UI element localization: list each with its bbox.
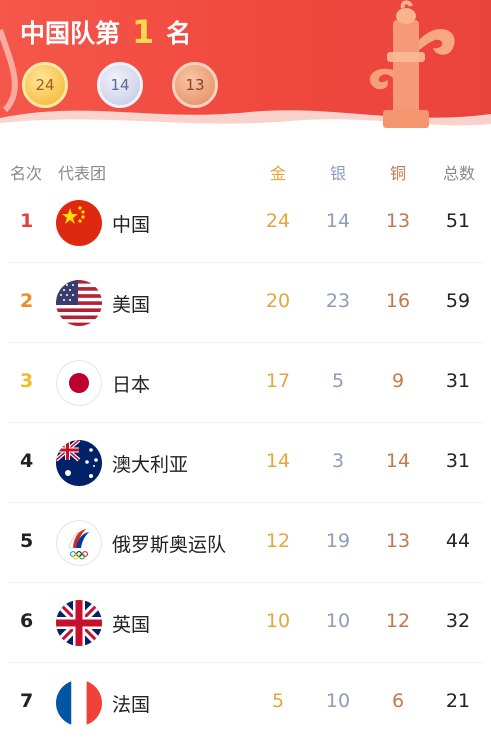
table-row[interactable]: 4 澳大利亚 14 3 14 31 bbox=[0, 423, 491, 503]
total-count: 21 bbox=[445, 690, 471, 712]
japan-flag-icon bbox=[56, 360, 102, 406]
row-rank: 6 bbox=[20, 610, 34, 632]
usa-flag-icon bbox=[56, 280, 102, 326]
silver-medal-value: 14 bbox=[110, 76, 130, 94]
team-name: 中国 bbox=[112, 214, 151, 236]
roc-emblem-icon bbox=[56, 520, 102, 566]
medal-table-header: 名次 代表团 金 银 铜 总数 bbox=[0, 160, 491, 184]
team-name: 俄罗斯奥运队 bbox=[112, 534, 227, 556]
team-name: 法国 bbox=[112, 694, 151, 716]
australia-flag-icon bbox=[56, 440, 102, 486]
table-row[interactable]: 7 法国 5 10 6 21 bbox=[0, 663, 491, 743]
header-team: 代表团 bbox=[58, 164, 107, 183]
silver-count: 3 bbox=[331, 450, 345, 472]
table-row[interactable]: 5 俄罗斯奥运队 12 19 13 44 bbox=[0, 503, 491, 583]
gold-medal-value: 24 bbox=[35, 76, 55, 94]
row-rank: 7 bbox=[20, 690, 34, 712]
team-name: 英国 bbox=[112, 614, 151, 636]
silver-count: 10 bbox=[325, 610, 351, 632]
gold-count: 10 bbox=[265, 610, 291, 632]
total-count: 44 bbox=[445, 530, 471, 552]
header-bronze: 铜 bbox=[390, 164, 407, 183]
gold-count: 5 bbox=[271, 690, 285, 712]
huabiao-pillar-icon bbox=[369, 0, 455, 128]
bronze-count: 16 bbox=[385, 290, 411, 312]
total-count: 31 bbox=[445, 450, 471, 472]
bronze-medal-count: 13 bbox=[172, 62, 218, 108]
medal-banner: 中国队第 1 名 24 14 13 bbox=[0, 0, 491, 130]
row-rank: 5 bbox=[20, 530, 34, 552]
team-name: 日本 bbox=[112, 374, 151, 396]
row-rank: 1 bbox=[20, 210, 34, 232]
table-row[interactable]: 3 日本 17 5 9 31 bbox=[0, 343, 491, 423]
gold-count: 20 bbox=[265, 290, 291, 312]
gold-count: 14 bbox=[265, 450, 291, 472]
header-silver: 银 bbox=[330, 164, 347, 183]
uk-flag-icon bbox=[56, 600, 102, 646]
bronze-count: 9 bbox=[391, 370, 405, 392]
bronze-count: 6 bbox=[391, 690, 405, 712]
team-rank-title: 中国队第 1 名 bbox=[20, 13, 191, 51]
gold-count: 24 bbox=[265, 210, 291, 232]
bronze-count: 13 bbox=[385, 530, 411, 552]
bronze-count: 14 bbox=[385, 450, 411, 472]
header-total: 总数 bbox=[443, 164, 476, 183]
table-row[interactable]: 2 美国 20 23 16 59 bbox=[0, 263, 491, 343]
gold-medal-count: 24 bbox=[22, 62, 68, 108]
header-gold: 金 bbox=[270, 164, 287, 183]
france-flag-icon bbox=[56, 680, 102, 726]
team-name: 美国 bbox=[112, 294, 151, 316]
header-rank: 名次 bbox=[10, 164, 43, 183]
silver-count: 19 bbox=[325, 530, 351, 552]
title-suffix: 名 bbox=[166, 19, 192, 48]
team-rank-number: 1 bbox=[132, 13, 155, 51]
silver-count: 5 bbox=[331, 370, 345, 392]
table-row[interactable]: 1 中国 24 14 13 51 bbox=[0, 183, 491, 263]
gold-count: 12 bbox=[265, 530, 291, 552]
row-rank: 2 bbox=[20, 290, 34, 312]
title-prefix: 中国队第 bbox=[20, 19, 121, 48]
total-count: 59 bbox=[445, 290, 471, 312]
gold-count: 17 bbox=[265, 370, 291, 392]
silver-medal-count: 14 bbox=[97, 62, 143, 108]
table-row[interactable]: 6 英国 10 10 12 32 bbox=[0, 583, 491, 663]
bronze-medal-value: 13 bbox=[185, 76, 205, 94]
total-count: 32 bbox=[445, 610, 471, 632]
row-rank: 3 bbox=[20, 370, 34, 392]
bronze-count: 12 bbox=[385, 610, 411, 632]
silver-count: 14 bbox=[325, 210, 351, 232]
silver-count: 23 bbox=[325, 290, 351, 312]
total-count: 31 bbox=[445, 370, 471, 392]
row-rank: 4 bbox=[20, 450, 34, 472]
silver-count: 10 bbox=[325, 690, 351, 712]
bronze-count: 13 bbox=[385, 210, 411, 232]
china-flag-icon bbox=[56, 200, 102, 246]
team-name: 澳大利亚 bbox=[112, 454, 189, 476]
total-count: 51 bbox=[445, 210, 471, 232]
